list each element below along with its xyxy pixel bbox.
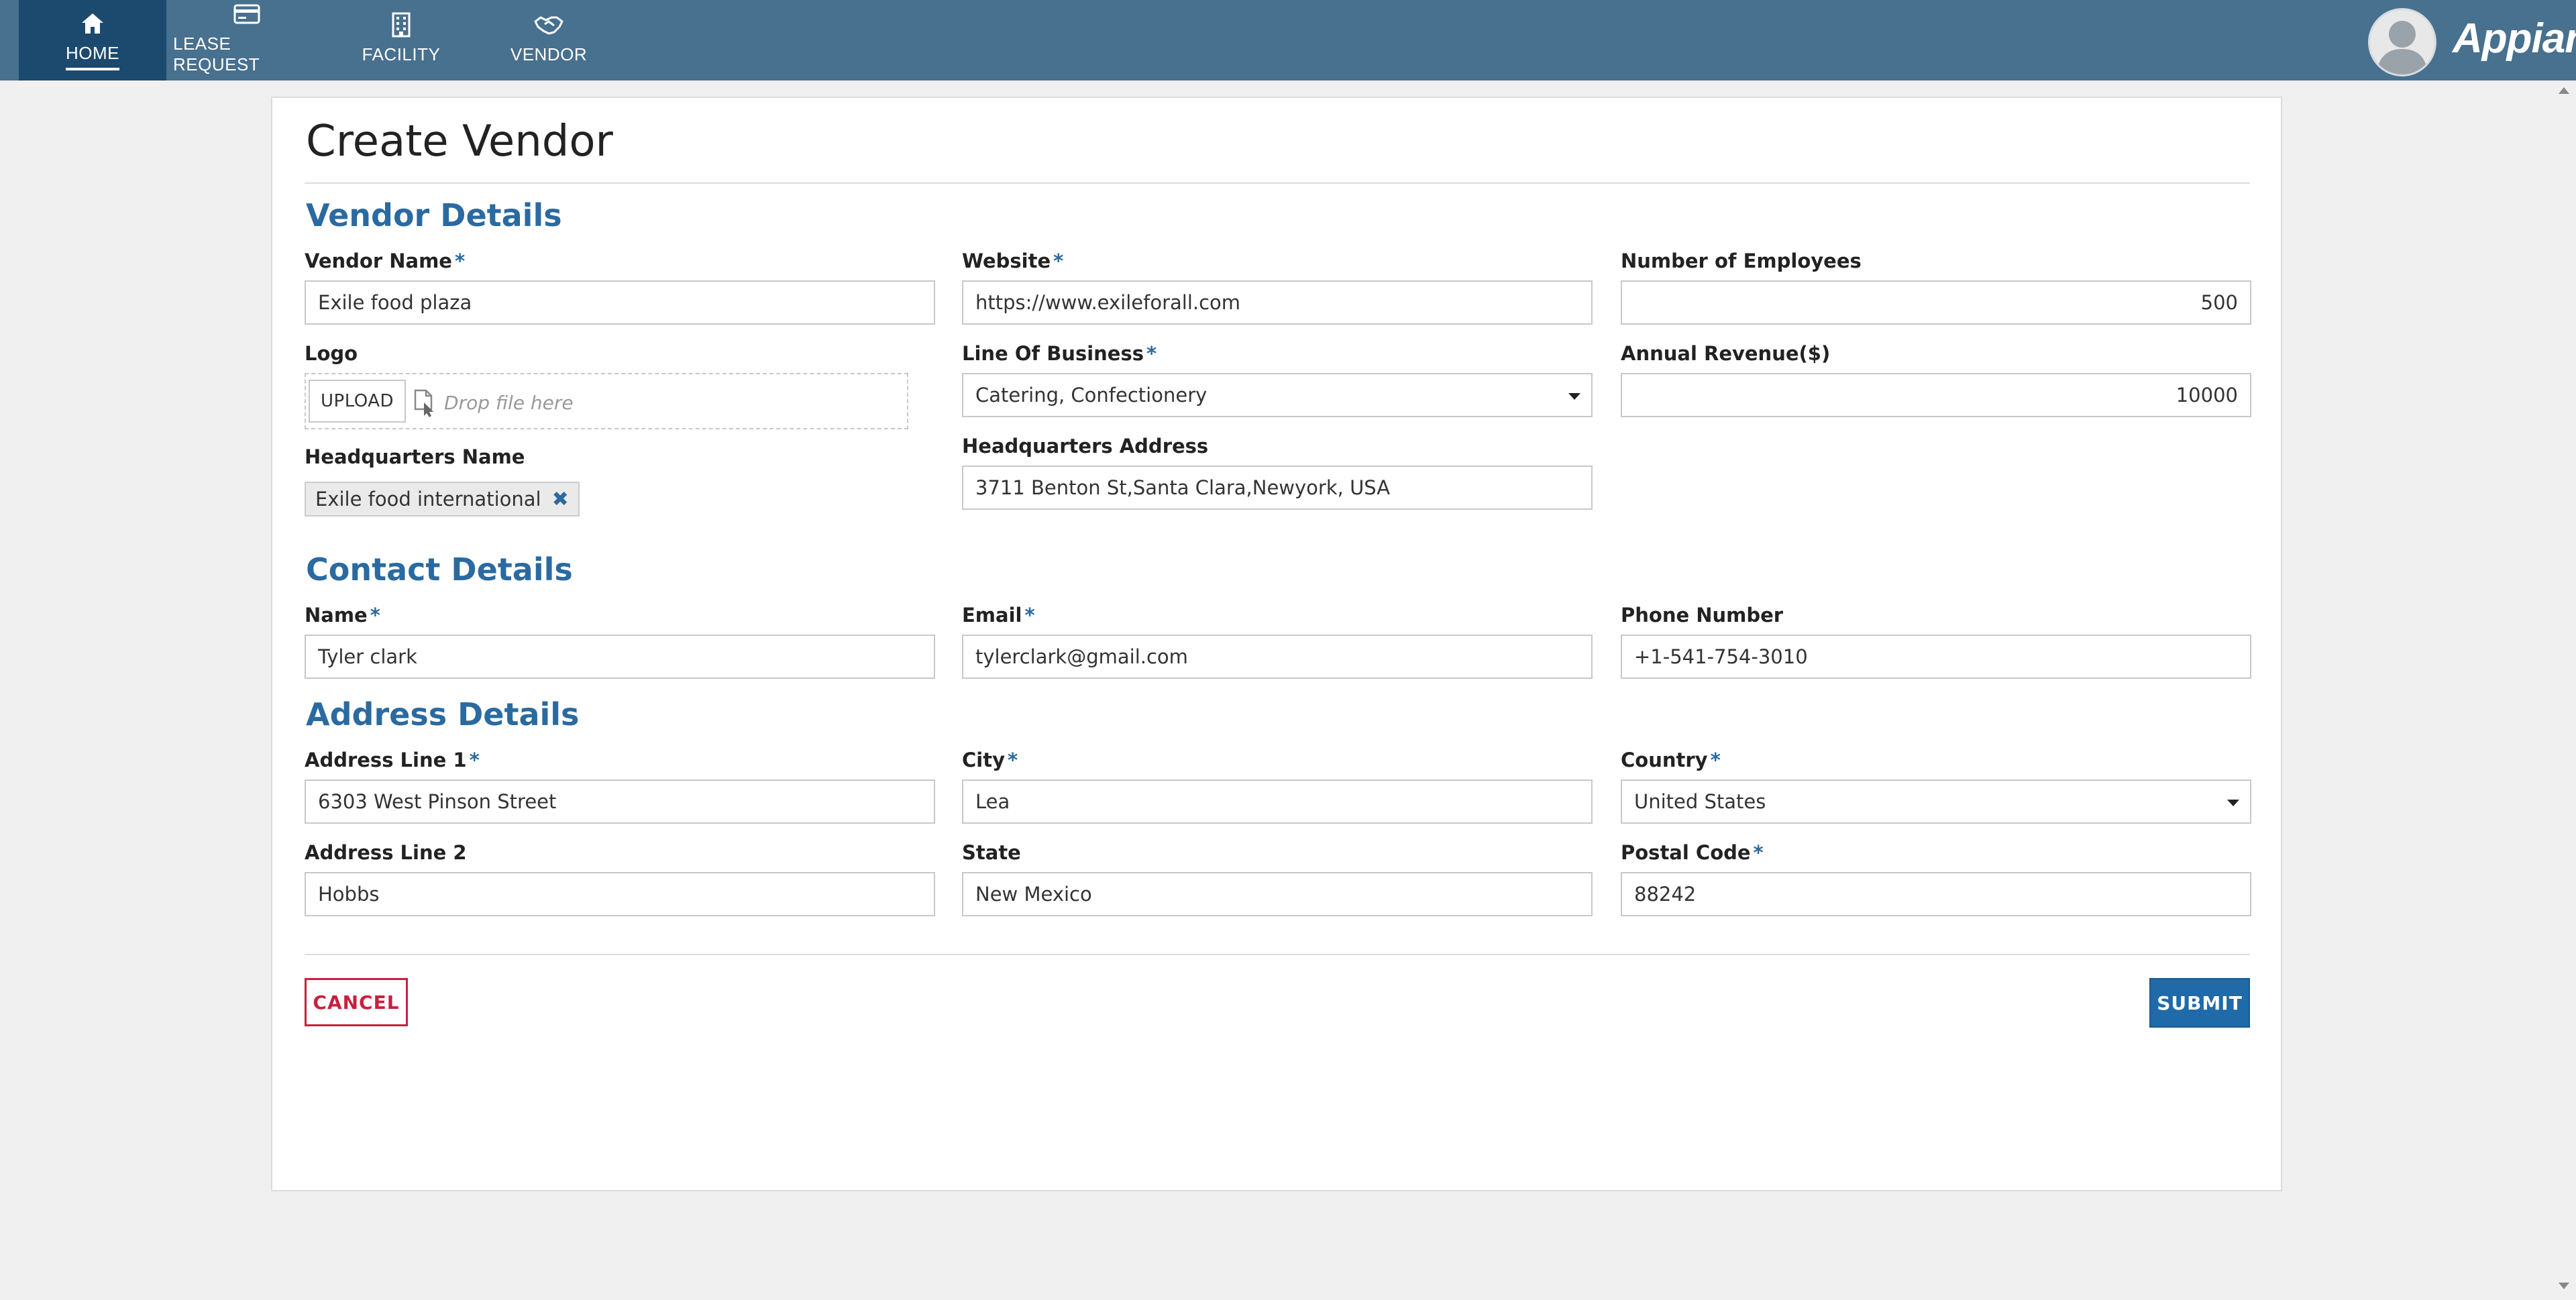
create-vendor-form: Create Vendor Vendor Details Vendor Name…: [271, 97, 2282, 1191]
footer-divider: [305, 954, 2250, 955]
hq-name-label: Headquarters Name: [305, 445, 525, 468]
email-label: Email *: [962, 604, 1035, 627]
city-label: City *: [962, 749, 1018, 771]
address-line2-label: Address Line 2: [305, 841, 467, 864]
nav-home-label: HOME: [66, 43, 119, 70]
card-icon: [233, 1, 260, 27]
phone-label: Phone Number: [1621, 604, 1784, 627]
chevron-down-icon: [1568, 393, 1580, 400]
nav-home[interactable]: HOME: [19, 0, 166, 80]
phone-field[interactable]: +1-541-754-3010: [1621, 635, 2251, 679]
chevron-down-icon: [2227, 800, 2239, 806]
nav-lease-request[interactable]: LEASE REQUEST: [173, 0, 321, 80]
upload-button[interactable]: UPLOAD: [309, 380, 407, 423]
scroll-down-arrow[interactable]: [2559, 1283, 2569, 1289]
employees-label: Number of Employees: [1621, 250, 1862, 272]
nav-lease-request-label: LEASE REQUEST: [173, 34, 260, 74]
annual-revenue-field[interactable]: 10000: [1621, 373, 2251, 417]
nav-facility-label: FACILITY: [362, 44, 441, 64]
contact-name-label: Name *: [305, 604, 380, 627]
address-line1-label: Address Line 1 *: [305, 749, 480, 771]
vendor-name-field[interactable]: Exile food plaza: [305, 280, 935, 325]
home-icon: [80, 11, 105, 36]
scroll-up-arrow[interactable]: [2559, 87, 2569, 94]
page-title: Create Vendor: [306, 117, 613, 166]
section-address-details: Address Details: [306, 696, 580, 733]
address-line2-field[interactable]: Hobbs: [305, 872, 935, 916]
email-field[interactable]: tylerclark@gmail.com: [962, 635, 1593, 679]
contact-name-field[interactable]: Tyler clark: [305, 635, 935, 679]
postal-code-label: Postal Code *: [1621, 841, 1764, 864]
top-navigation-bar: HOME LEASE REQUEST FACILITY VENDOR Appia…: [0, 0, 2576, 80]
title-divider: [305, 182, 2250, 184]
drop-file-hint: Drop file here: [444, 392, 574, 414]
logo-drop-zone[interactable]: UPLOAD Drop file here: [305, 373, 908, 429]
section-vendor-details: Vendor Details: [306, 197, 562, 233]
vendor-name-label: Vendor Name *: [305, 250, 466, 272]
website-label: Website *: [962, 250, 1064, 272]
address-line1-field[interactable]: 6303 West Pinson Street: [305, 779, 935, 824]
handshake-icon: [534, 12, 564, 38]
section-contact-details: Contact Details: [306, 551, 573, 588]
state-label: State: [962, 841, 1021, 864]
state-field[interactable]: New Mexico: [962, 872, 1593, 916]
line-of-business-label: Line Of Business *: [962, 342, 1157, 365]
nav-vendor-label: VENDOR: [510, 44, 588, 64]
nav-facility[interactable]: FACILITY: [341, 0, 462, 80]
hq-name-tag-text: Exile food international: [315, 488, 541, 510]
cancel-button[interactable]: CANCEL: [305, 978, 408, 1026]
user-avatar[interactable]: [2368, 8, 2436, 76]
submit-button[interactable]: SUBMIT: [2149, 978, 2250, 1028]
line-of-business-dropdown[interactable]: Catering, Confectionery: [962, 373, 1593, 417]
postal-code-field[interactable]: 88242: [1621, 872, 2251, 916]
country-label: Country *: [1621, 749, 1721, 771]
nav-vendor[interactable]: VENDOR: [488, 0, 609, 80]
user-silhouette-icon: [2377, 21, 2428, 74]
building-icon: [391, 12, 411, 38]
file-drop-icon: [413, 389, 436, 421]
appian-logo: Appian: [2453, 15, 2576, 62]
logo-label: Logo: [305, 342, 358, 365]
hq-address-field[interactable]: 3711 Benton St,Santa Clara,Newyork, USA: [962, 466, 1593, 510]
website-field[interactable]: https://www.exileforall.com: [962, 280, 1593, 325]
annual-revenue-label: Annual Revenue($): [1621, 342, 1831, 365]
hq-name-tag: Exile food international ✖: [305, 482, 580, 517]
city-field[interactable]: Lea: [962, 779, 1593, 824]
employees-field[interactable]: 500: [1621, 280, 2251, 325]
country-dropdown[interactable]: United States: [1621, 779, 2251, 824]
hq-address-label: Headquarters Address: [962, 435, 1209, 457]
remove-tag-icon[interactable]: ✖: [552, 488, 569, 511]
